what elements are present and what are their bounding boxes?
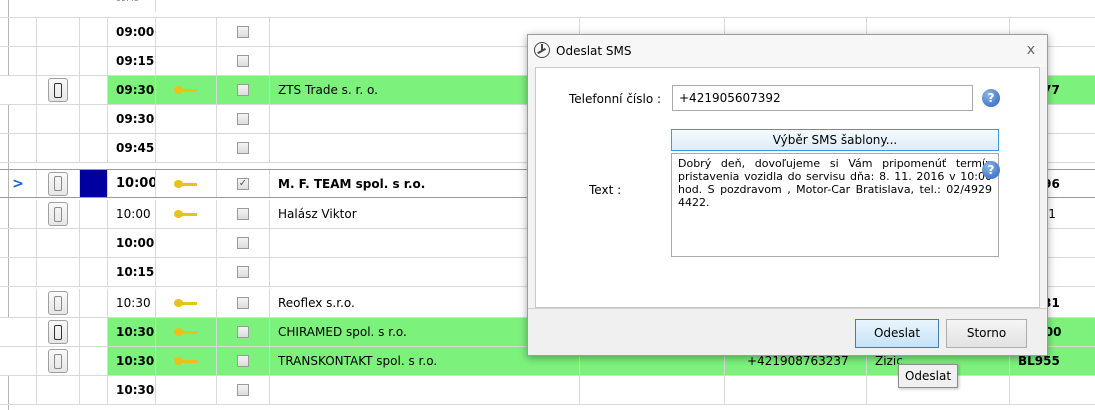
row-checkbox[interactable] <box>237 266 249 278</box>
key-icon <box>174 179 198 188</box>
sms-button[interactable] <box>48 171 68 196</box>
time-cell: 10:15 <box>108 258 156 286</box>
key-icon <box>174 328 198 336</box>
help-icon[interactable]: ? <box>982 89 1000 107</box>
plate-cell <box>1010 376 1095 404</box>
row-checkbox[interactable] <box>237 84 249 96</box>
text-label: Text : <box>589 183 622 197</box>
send-sms-dialog: Odeslat SMS x Telefonní číslo : +4219056… <box>527 34 1048 356</box>
row-color-marker <box>80 170 108 197</box>
time-cell: 10:30 <box>108 289 156 317</box>
key-icon <box>174 299 198 307</box>
sms-template-button[interactable]: Výběr SMS šablony... <box>671 129 999 151</box>
row-checkbox[interactable] <box>237 113 249 125</box>
time-cell: 10:00 <box>108 170 156 197</box>
phone-icon <box>54 176 62 191</box>
row-checkbox-checked[interactable]: ✓ <box>237 177 249 190</box>
row-checkbox[interactable] <box>237 297 249 309</box>
phone-icon <box>54 324 62 340</box>
row-checkbox[interactable] <box>237 355 249 367</box>
sms-button[interactable] <box>48 349 68 373</box>
phone-label: Telefonní číslo : <box>569 92 662 106</box>
row-checkbox[interactable] <box>237 326 249 338</box>
time-cell: 10:30 <box>108 318 156 346</box>
time-cell: 09:30 <box>108 105 156 133</box>
cancel-button[interactable]: Storno <box>946 319 1027 348</box>
sms-button[interactable] <box>48 291 68 315</box>
phone-icon <box>54 295 62 311</box>
dialog-footer: Odeslat Storno <box>528 308 1047 355</box>
dialog-titlebar[interactable]: Odeslat SMS x <box>528 35 1047 67</box>
phone-icon <box>54 82 62 98</box>
dialog-title: Odeslat SMS <box>556 44 632 58</box>
sms-button[interactable] <box>48 78 68 102</box>
row-checkbox[interactable] <box>237 384 249 396</box>
time-cell: 09:00 <box>108 18 156 46</box>
row-checkbox[interactable] <box>237 26 249 38</box>
time-cell: 09:45 <box>108 0 156 12</box>
key-icon <box>174 357 198 365</box>
time-cell: 09:30 <box>108 76 156 104</box>
row-checkbox[interactable] <box>237 208 249 220</box>
customer-name <box>270 376 580 404</box>
sms-button[interactable] <box>48 320 68 344</box>
phone-number-input[interactable]: +421905607392 <box>672 85 973 111</box>
send-tooltip: Odeslat <box>898 364 958 388</box>
time-cell: 09:15 <box>108 47 156 75</box>
sms-text-area[interactable]: Dobrý deň, dovoľujeme si Vám pripomenúť … <box>671 153 999 257</box>
phone-icon <box>54 206 62 222</box>
send-button[interactable]: Odeslat <box>855 319 939 348</box>
sms-button[interactable] <box>48 202 68 226</box>
time-cell: 09:45 <box>108 134 156 162</box>
grid-top-partial-row: 09:45 <box>0 0 1095 18</box>
key-icon <box>174 210 198 218</box>
row-checkbox[interactable] <box>237 237 249 249</box>
row-checkbox[interactable] <box>237 55 249 67</box>
time-cell: 10:30 <box>108 376 156 404</box>
help-icon[interactable]: ? <box>982 161 1000 179</box>
time-cell: 10:00 <box>108 200 156 228</box>
key-icon <box>174 86 198 94</box>
time-cell: 10:00 <box>108 229 156 257</box>
time-cell: 10:30 <box>108 347 156 375</box>
selected-row-indicator: > <box>12 175 24 192</box>
dialog-body: Telefonní číslo : +421905607392 ? Výběr … <box>535 67 1040 308</box>
phone-icon <box>54 353 62 369</box>
close-icon[interactable]: x <box>1027 42 1035 58</box>
mercedes-logo-icon <box>534 42 550 58</box>
row-checkbox[interactable] <box>237 142 249 154</box>
